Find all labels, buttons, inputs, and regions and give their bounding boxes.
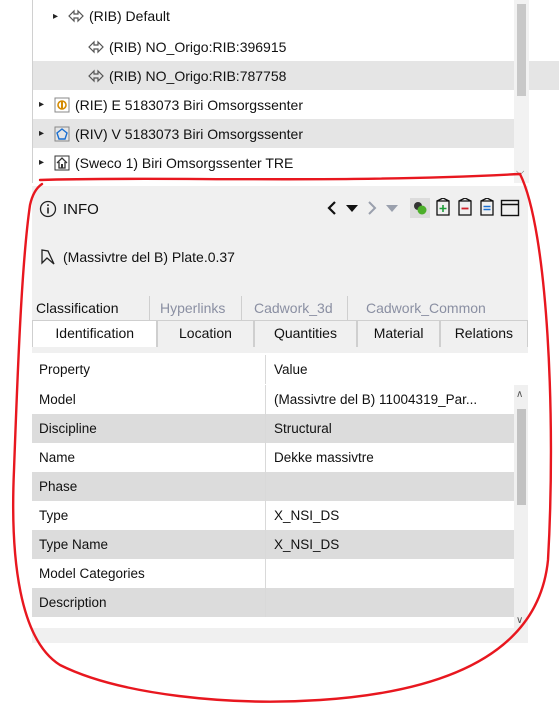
- tree-row[interactable]: ▸ (RIV) V 5183073 Biri Omsorgssenter: [33, 119, 522, 148]
- tab-cadwork-3d[interactable]: Cadwork_3d: [242, 296, 348, 320]
- tree-row[interactable]: (RIB) NO_Origo:RIB:787758: [33, 61, 559, 90]
- link-icon: [87, 38, 105, 56]
- tree-row-label: (RIV) V 5183073 Biri Omsorgssenter: [75, 125, 303, 142]
- info-panel: INFO (Massivtre del B) Plate.0.37 Classi…: [32, 186, 528, 643]
- chevron-down-icon[interactable]: ∨: [516, 615, 523, 626]
- expand-arrow-icon[interactable]: ▸: [39, 128, 51, 139]
- table-row[interactable]: Name Dekke massivtre: [32, 443, 514, 472]
- tree-row-label: (RIE) E 5183073 Biri Omsorgssenter: [75, 96, 303, 113]
- value-cell: [266, 472, 495, 501]
- back-button[interactable]: [324, 197, 340, 219]
- object-properties-icon[interactable]: [410, 197, 430, 219]
- plate-icon: [41, 249, 55, 265]
- table-row[interactable]: Phase: [32, 472, 514, 501]
- pentagon-icon: [53, 125, 71, 143]
- tree-row[interactable]: ▸ (RIE) E 5183073 Biri Omsorgssenter: [33, 90, 522, 119]
- tab-row-upper: Classification Hyperlinks Cadwork_3d Cad…: [32, 296, 528, 320]
- link-icon: [87, 67, 105, 85]
- forward-button[interactable]: [364, 197, 380, 219]
- collapse-all-icon[interactable]: [456, 197, 474, 219]
- property-grid: Property Value Model (Massivtre del B) 11…: [32, 353, 528, 628]
- forward-history-dropdown[interactable]: [384, 197, 400, 219]
- window-icon[interactable]: [500, 197, 520, 219]
- property-cell: Model Categories: [32, 559, 266, 588]
- scroll-thumb[interactable]: [517, 4, 526, 96]
- house-icon: [53, 154, 71, 172]
- property-cell: Type Name: [32, 530, 266, 559]
- property-cell: Type: [32, 501, 266, 530]
- tab-row-lower: Identification Location Quantities Mater…: [32, 320, 528, 347]
- value-cell: [266, 559, 495, 588]
- scroll-thumb[interactable]: [517, 409, 526, 505]
- tab-classification[interactable]: Classification: [32, 296, 150, 320]
- value-cell: X_NSI_DS: [274, 508, 340, 523]
- table-row[interactable]: Type Name X_NSI_DS: [32, 530, 514, 559]
- link-icon: [67, 7, 85, 25]
- tab-material[interactable]: Material: [357, 320, 440, 347]
- tree-row-label: (RIB) NO_Origo:RIB:787758: [109, 67, 287, 84]
- property-cell: Discipline: [32, 414, 266, 443]
- tree-row[interactable]: ▸ (RIB) Default: [33, 0, 536, 32]
- chevron-down-icon[interactable]: ⌵: [516, 166, 524, 179]
- table-row[interactable]: Discipline Structural: [32, 414, 514, 443]
- selected-object-label: (Massivtre del B) Plate.0.37: [63, 249, 235, 265]
- show-list-icon[interactable]: [478, 197, 496, 219]
- expand-arrow-icon[interactable]: ▸: [39, 157, 51, 168]
- panel-title: INFO: [63, 200, 99, 218]
- table-row[interactable]: Model Categories: [32, 559, 514, 588]
- expand-arrow-icon[interactable]: ▸: [39, 99, 51, 110]
- tree-row[interactable]: (RIB) NO_Origo:RIB:396915: [33, 32, 559, 61]
- table-row[interactable]: Model (Massivtre del B) 11004319_Par...: [32, 385, 514, 414]
- property-cell: Model: [32, 385, 266, 414]
- tab-quantities[interactable]: Quantities: [253, 320, 358, 347]
- property-cell: Description: [32, 588, 266, 617]
- table-row[interactable]: Type X_NSI_DS: [32, 501, 514, 530]
- model-tree: ▸ (RIB) Default (RIB) NO_Origo:RIB:39691…: [32, 0, 559, 183]
- value-cell: Dekke massivtre: [274, 450, 374, 465]
- value-cell: X_NSI_DS: [274, 537, 340, 552]
- model-icon: [53, 96, 71, 114]
- info-icon: [39, 200, 57, 218]
- expand-all-icon[interactable]: [434, 197, 452, 219]
- tab-identification[interactable]: Identification: [32, 320, 158, 347]
- property-cell: Name: [32, 443, 266, 472]
- tree-scrollbar[interactable]: ⌵: [514, 0, 529, 183]
- table-row[interactable]: Description: [32, 588, 514, 617]
- back-history-dropdown[interactable]: [344, 197, 360, 219]
- chevron-up-icon[interactable]: ∧: [516, 389, 523, 400]
- property-cell: Phase: [32, 472, 266, 501]
- value-cell: Structural: [274, 421, 332, 436]
- expand-arrow-icon[interactable]: ▸: [53, 11, 65, 22]
- grid-scrollbar[interactable]: ∧ ∨: [514, 385, 528, 628]
- tree-row[interactable]: ▸ (Sweco 1) Biri Omsorgssenter TRE: [33, 148, 522, 177]
- tree-row-label: (Sweco 1) Biri Omsorgssenter TRE: [75, 154, 294, 171]
- tab-cadwork-common[interactable]: Cadwork_Common: [348, 296, 528, 320]
- tree-row-label: (RIB) NO_Origo:RIB:396915: [109, 38, 287, 55]
- column-header-property[interactable]: Property: [32, 354, 266, 384]
- selected-object: (Massivtre del B) Plate.0.37: [32, 242, 235, 272]
- value-cell: [266, 588, 495, 617]
- tab-hyperlinks[interactable]: Hyperlinks: [150, 296, 242, 320]
- info-toolbar: [324, 197, 520, 219]
- value-cell: (Massivtre del B) 11004319_Par...: [274, 392, 478, 407]
- tab-relations[interactable]: Relations: [439, 320, 528, 347]
- column-header-value[interactable]: Value: [266, 355, 495, 384]
- tab-location[interactable]: Location: [157, 320, 254, 347]
- tree-row-label: (RIB) Default: [89, 8, 170, 24]
- grid-header: Property Value: [32, 353, 514, 385]
